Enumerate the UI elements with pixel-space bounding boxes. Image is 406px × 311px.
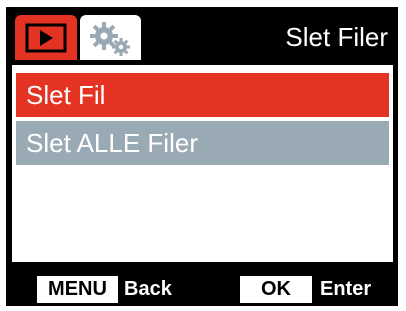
header-bar: Slet Filer bbox=[6, 7, 398, 65]
menu-item-delete-file[interactable]: Slet Fil bbox=[16, 73, 389, 117]
ok-key-badge[interactable]: OK bbox=[240, 276, 312, 303]
page-title: Slet Filer bbox=[285, 22, 388, 52]
menu-list: Slet Fil Slet ALLE Filer bbox=[12, 65, 393, 262]
enter-label: Enter bbox=[320, 278, 372, 300]
footer-bar: MENU Back OK Enter bbox=[6, 264, 398, 306]
dashcam-screen: Slet Filer Slet Fil Slet ALLE Filer MENU… bbox=[6, 7, 398, 306]
playback-icon bbox=[25, 23, 67, 53]
menu-key-badge[interactable]: MENU bbox=[37, 276, 118, 303]
menu-item-delete-all-files[interactable]: Slet ALLE Filer bbox=[16, 121, 389, 165]
tab-settings[interactable] bbox=[80, 15, 141, 60]
back-label: Back bbox=[124, 278, 172, 300]
settings-gears-icon bbox=[90, 22, 130, 56]
tab-playback[interactable] bbox=[15, 15, 77, 60]
